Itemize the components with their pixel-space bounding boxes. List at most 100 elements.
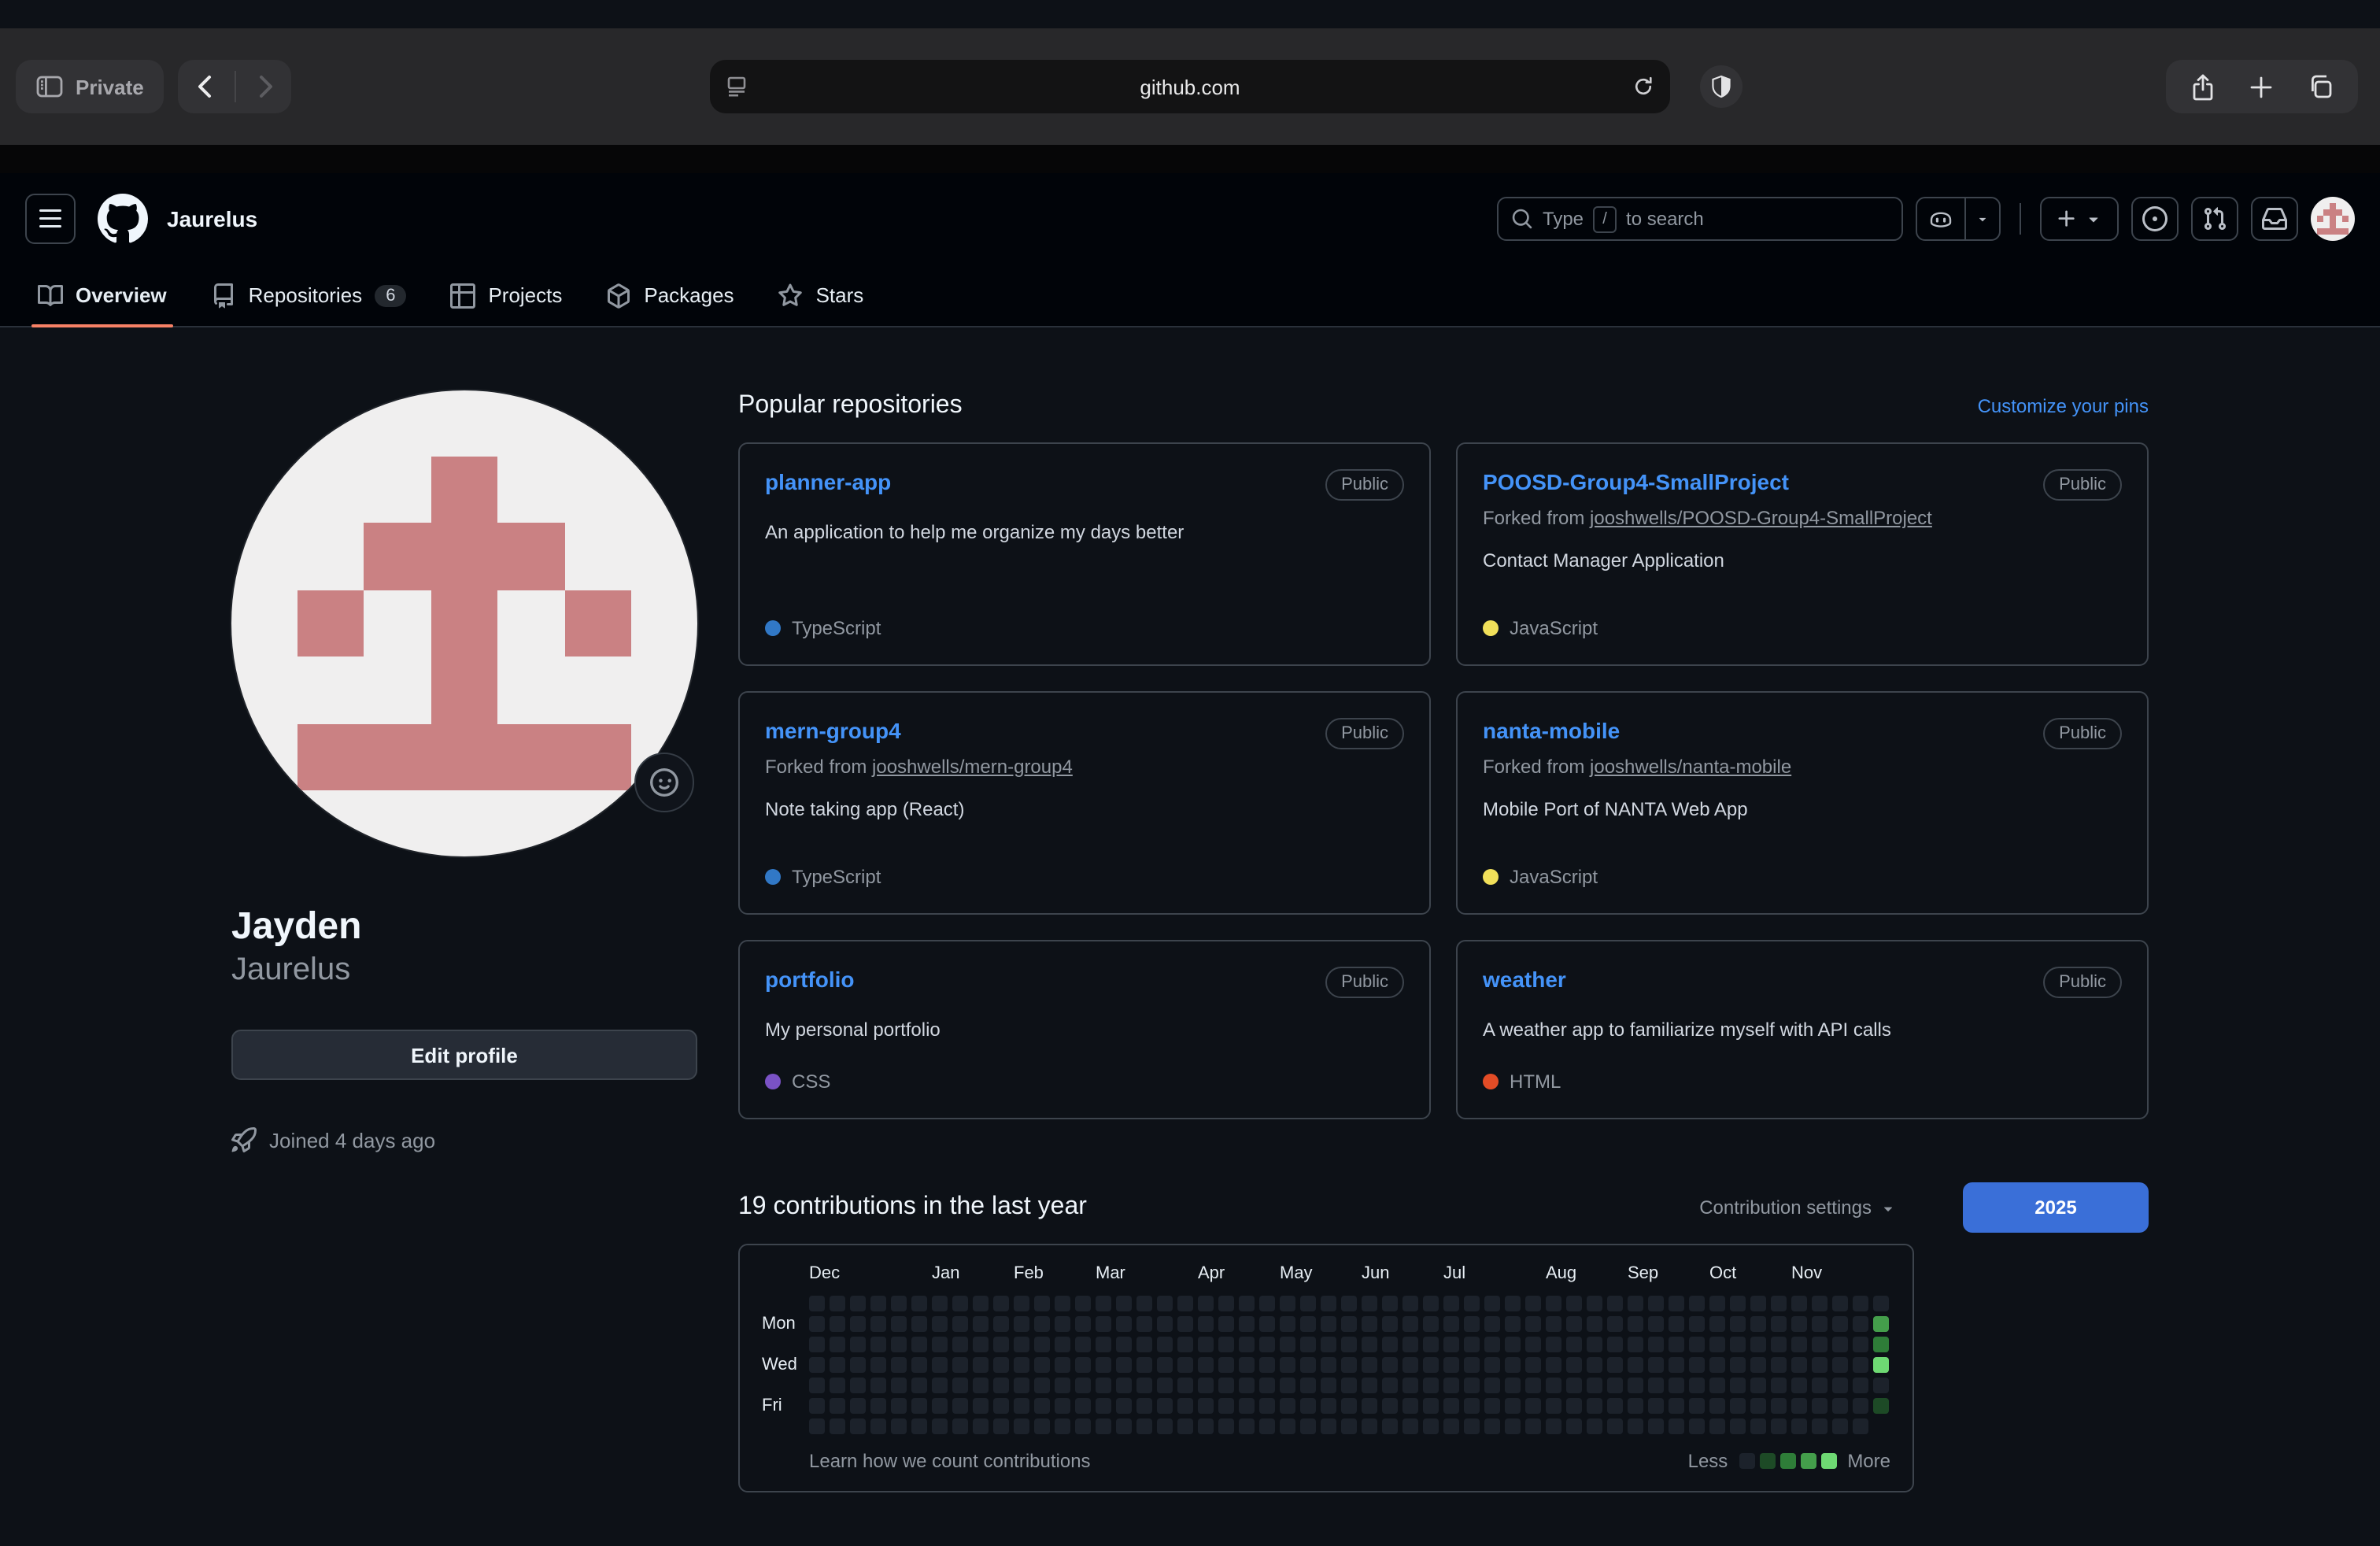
tab-overview-icon[interactable] [2292, 74, 2349, 99]
contribution-cell[interactable] [1239, 1296, 1255, 1311]
contribution-cell[interactable] [1055, 1378, 1070, 1393]
tab-stars[interactable]: Stars [756, 264, 886, 326]
repo-name-link[interactable]: portfolio [765, 967, 855, 992]
pull-requests-icon[interactable] [2191, 197, 2238, 241]
contribution-cell[interactable] [1198, 1398, 1214, 1414]
contribution-cell[interactable] [1607, 1337, 1623, 1352]
contribution-cell[interactable] [1689, 1378, 1705, 1393]
contribution-cell[interactable] [1198, 1316, 1214, 1332]
forked-from-link[interactable]: jooshwells/mern-group4 [872, 756, 1073, 778]
contribution-cell[interactable] [850, 1418, 866, 1434]
contribution-cell[interactable] [1628, 1398, 1643, 1414]
contribution-cell[interactable] [1136, 1296, 1152, 1311]
contribution-cell[interactable] [1055, 1418, 1070, 1434]
contribution-cell[interactable] [993, 1337, 1009, 1352]
contribution-cell[interactable] [1587, 1357, 1602, 1373]
contribution-cell[interactable] [1771, 1337, 1787, 1352]
contribution-cell[interactable] [1750, 1418, 1766, 1434]
contribution-cell[interactable] [911, 1418, 927, 1434]
contribution-cell[interactable] [1505, 1378, 1521, 1393]
contribution-cell[interactable] [1853, 1316, 1868, 1332]
contribution-cell[interactable] [1280, 1418, 1295, 1434]
contribution-cell[interactable] [1505, 1418, 1521, 1434]
contribution-cell[interactable] [973, 1337, 989, 1352]
contribution-cell[interactable] [1709, 1357, 1725, 1373]
contribution-cell[interactable] [1484, 1357, 1500, 1373]
contribution-cell[interactable] [911, 1316, 927, 1332]
contribution-cell[interactable] [1587, 1398, 1602, 1414]
contribution-cell[interactable] [1607, 1296, 1623, 1311]
contribution-cell[interactable] [1116, 1296, 1132, 1311]
contribution-cell[interactable] [1464, 1357, 1480, 1373]
contribution-cell[interactable] [1873, 1378, 1889, 1393]
forked-from-link[interactable]: jooshwells/POOSD-Group4-SmallProject [1590, 507, 1932, 529]
contribution-cell[interactable] [911, 1398, 927, 1414]
contribution-cell[interactable] [1853, 1418, 1868, 1434]
contribution-cell[interactable] [1873, 1398, 1889, 1414]
contribution-cell[interactable] [1443, 1398, 1459, 1414]
contribution-cell[interactable] [1709, 1418, 1725, 1434]
contribution-cell[interactable] [1853, 1296, 1868, 1311]
contribution-cell[interactable] [1464, 1316, 1480, 1332]
contribution-cell[interactable] [952, 1398, 968, 1414]
contribution-cell[interactable] [1423, 1296, 1439, 1311]
forked-from-link[interactable]: jooshwells/nanta-mobile [1590, 756, 1791, 778]
contribution-cell[interactable] [1812, 1296, 1828, 1311]
contribution-cell[interactable] [1014, 1378, 1029, 1393]
contribution-cell[interactable] [1648, 1296, 1664, 1311]
tab-overview[interactable]: Overview [16, 264, 189, 326]
contribution-cell[interactable] [993, 1296, 1009, 1311]
contribution-cell[interactable] [1136, 1418, 1152, 1434]
contribution-cell[interactable] [1014, 1357, 1029, 1373]
contribution-cell[interactable] [1689, 1337, 1705, 1352]
contribution-cell[interactable] [952, 1357, 968, 1373]
private-browsing-button[interactable]: Private [16, 60, 164, 113]
contribution-cell[interactable] [809, 1398, 825, 1414]
contribution-cell[interactable] [1280, 1378, 1295, 1393]
contribution-cell[interactable] [1648, 1337, 1664, 1352]
contribution-cell[interactable] [1259, 1316, 1275, 1332]
contribution-cell[interactable] [932, 1316, 948, 1332]
contribution-cell[interactable] [1136, 1357, 1152, 1373]
contribution-cell[interactable] [1525, 1378, 1541, 1393]
contribution-cell[interactable] [1730, 1296, 1746, 1311]
contribution-cell[interactable] [1832, 1337, 1848, 1352]
contribution-cell[interactable] [1709, 1337, 1725, 1352]
contribution-cell[interactable] [1402, 1357, 1418, 1373]
contribution-cell[interactable] [1157, 1357, 1173, 1373]
contribution-cell[interactable] [1157, 1378, 1173, 1393]
contribution-cell[interactable] [870, 1378, 886, 1393]
contribution-cell[interactable] [1791, 1337, 1807, 1352]
contribution-cell[interactable] [1300, 1357, 1316, 1373]
contribution-cell[interactable] [1853, 1398, 1868, 1414]
contribution-cell[interactable] [1423, 1418, 1439, 1434]
contribution-cell[interactable] [1341, 1418, 1357, 1434]
contribution-cell[interactable] [1587, 1378, 1602, 1393]
contribution-cell[interactable] [1730, 1357, 1746, 1373]
contribution-cell[interactable] [1034, 1316, 1050, 1332]
contribution-cell[interactable] [1177, 1378, 1193, 1393]
new-tab-icon[interactable] [2234, 75, 2289, 98]
contribution-cell[interactable] [1423, 1357, 1439, 1373]
contribution-cell[interactable] [1259, 1378, 1275, 1393]
contribution-cell[interactable] [1096, 1296, 1111, 1311]
contribution-cell[interactable] [1321, 1418, 1336, 1434]
contribution-cell[interactable] [1116, 1316, 1132, 1332]
contribution-cell[interactable] [1628, 1418, 1643, 1434]
contribution-cell[interactable] [1321, 1398, 1336, 1414]
contribution-cell[interactable] [1546, 1418, 1561, 1434]
contribution-cell[interactable] [932, 1378, 948, 1393]
contribution-cell[interactable] [809, 1378, 825, 1393]
contribution-cell[interactable] [952, 1337, 968, 1352]
contribution-cell[interactable] [1382, 1337, 1398, 1352]
issues-icon[interactable] [2131, 197, 2179, 241]
contribution-cell[interactable] [1771, 1357, 1787, 1373]
contribution-cell[interactable] [1832, 1296, 1848, 1311]
contribution-cell[interactable] [1771, 1418, 1787, 1434]
contribution-cell[interactable] [1402, 1316, 1418, 1332]
contribution-cell[interactable] [1157, 1296, 1173, 1311]
year-2025-button[interactable]: 2025 [1963, 1182, 2149, 1233]
contribution-cell[interactable] [1218, 1296, 1234, 1311]
contribution-cell[interactable] [1587, 1337, 1602, 1352]
contribution-cell[interactable] [1300, 1316, 1316, 1332]
